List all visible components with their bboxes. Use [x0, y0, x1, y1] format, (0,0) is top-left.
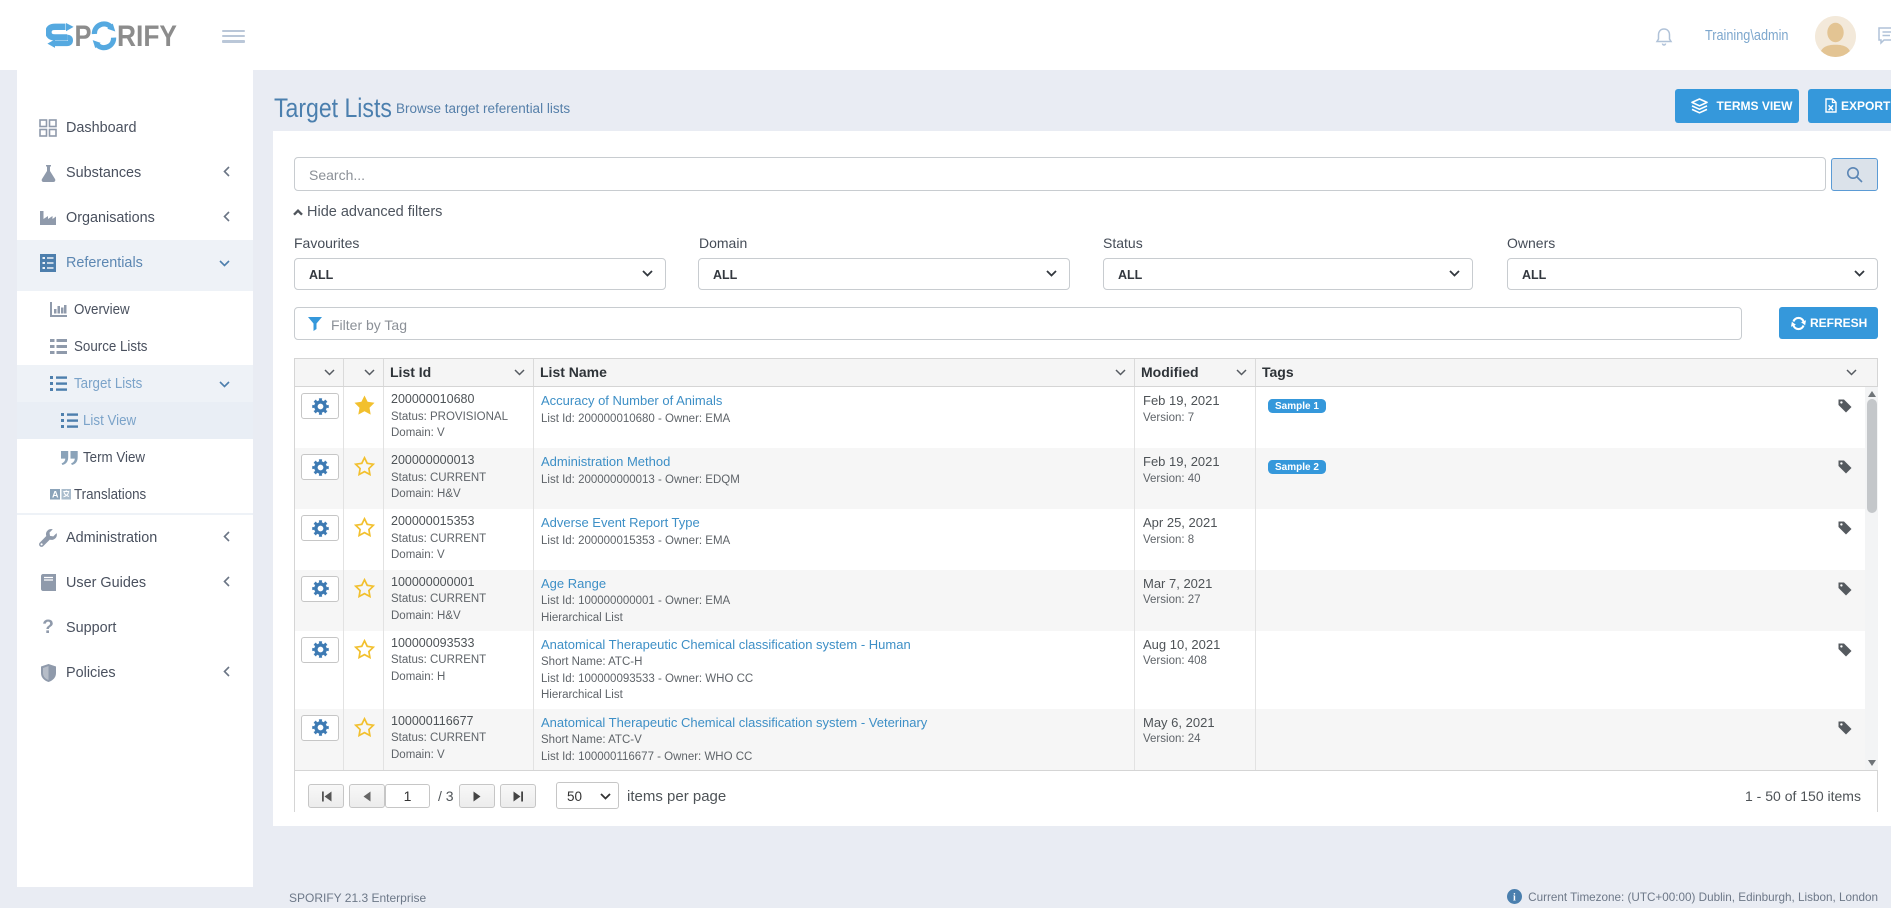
svg-text:P: P [75, 20, 92, 53]
svg-text:A: A [52, 490, 59, 500]
svg-text:RIFY: RIFY [117, 20, 177, 53]
svg-text:i: i [1513, 893, 1516, 904]
